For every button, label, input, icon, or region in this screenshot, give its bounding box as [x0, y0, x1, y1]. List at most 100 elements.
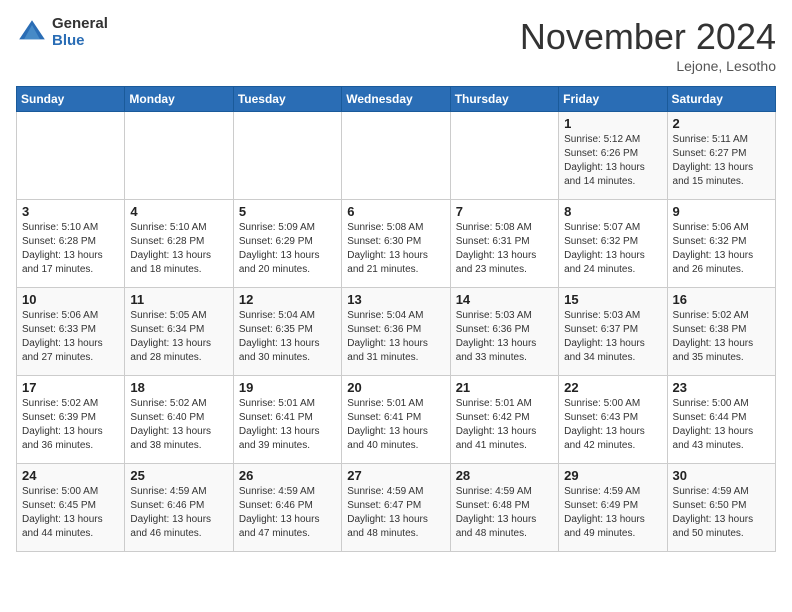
day-number: 3 [22, 204, 119, 219]
day-number: 6 [347, 204, 444, 219]
day-number: 8 [564, 204, 661, 219]
day-info: Sunrise: 5:02 AMSunset: 6:38 PMDaylight:… [673, 309, 770, 365]
day-number: 1 [564, 116, 661, 131]
month-title: November 2024 [520, 16, 776, 58]
title-block: November 2024 Lejone, Lesotho [520, 16, 776, 74]
calendar-header: SundayMondayTuesdayWednesdayThursdayFrid… [17, 87, 776, 112]
calendar-week-1: 1 Sunrise: 5:12 AMSunset: 6:26 PMDaylight… [17, 112, 776, 200]
day-number: 9 [673, 204, 770, 219]
header-day-tuesday: Tuesday [233, 87, 341, 112]
header-day-wednesday: Wednesday [342, 87, 450, 112]
header-day-monday: Monday [125, 87, 233, 112]
day-number: 13 [347, 292, 444, 307]
page-header: General Blue November 2024 Lejone, Lesot… [16, 16, 776, 74]
day-info: Sunrise: 5:00 AMSunset: 6:44 PMDaylight:… [673, 397, 770, 453]
header-day-thursday: Thursday [450, 87, 558, 112]
calendar-cell: 26 Sunrise: 4:59 AMSunset: 6:46 PMDayligh… [233, 464, 341, 552]
calendar-cell: 16 Sunrise: 5:02 AMSunset: 6:38 PMDayligh… [667, 288, 775, 376]
calendar-week-5: 24 Sunrise: 5:00 AMSunset: 6:45 PMDayligh… [17, 464, 776, 552]
calendar-week-4: 17 Sunrise: 5:02 AMSunset: 6:39 PMDayligh… [17, 376, 776, 464]
calendar-table: SundayMondayTuesdayWednesdayThursdayFrid… [16, 86, 776, 552]
day-number: 12 [239, 292, 336, 307]
day-info: Sunrise: 5:07 AMSunset: 6:32 PMDaylight:… [564, 221, 661, 277]
day-number: 5 [239, 204, 336, 219]
calendar-cell: 17 Sunrise: 5:02 AMSunset: 6:39 PMDayligh… [17, 376, 125, 464]
calendar-cell: 18 Sunrise: 5:02 AMSunset: 6:40 PMDayligh… [125, 376, 233, 464]
day-number: 16 [673, 292, 770, 307]
header-day-friday: Friday [559, 87, 667, 112]
calendar-cell: 9Sunrise: 5:06 AMSunset: 6:32 PMDaylight… [667, 200, 775, 288]
day-number: 15 [564, 292, 661, 307]
day-info: Sunrise: 4:59 AMSunset: 6:47 PMDaylight:… [347, 485, 444, 541]
header-row: SundayMondayTuesdayWednesdayThursdayFrid… [17, 87, 776, 112]
day-info: Sunrise: 5:02 AMSunset: 6:40 PMDaylight:… [130, 397, 227, 453]
calendar-cell: 28 Sunrise: 4:59 AMSunset: 6:48 PMDayligh… [450, 464, 558, 552]
day-info: Sunrise: 5:01 AMSunset: 6:42 PMDaylight:… [456, 397, 553, 453]
day-info: Sunrise: 4:59 AMSunset: 6:50 PMDaylight:… [673, 485, 770, 541]
day-number: 17 [22, 380, 119, 395]
calendar-cell: 3 Sunrise: 5:10 AMSunset: 6:28 PMDaylight… [17, 200, 125, 288]
day-info: Sunrise: 5:04 AMSunset: 6:35 PMDaylight:… [239, 309, 336, 365]
day-number: 27 [347, 468, 444, 483]
calendar-cell: 13 Sunrise: 5:04 AMSunset: 6:36 PMDayligh… [342, 288, 450, 376]
day-info: Sunrise: 5:00 AMSunset: 6:43 PMDaylight:… [564, 397, 661, 453]
day-number: 19 [239, 380, 336, 395]
calendar-cell: 25 Sunrise: 4:59 AMSunset: 6:46 PMDayligh… [125, 464, 233, 552]
calendar-cell: 30 Sunrise: 4:59 AMSunset: 6:50 PMDayligh… [667, 464, 775, 552]
day-info: Sunrise: 4:59 AMSunset: 6:49 PMDaylight:… [564, 485, 661, 541]
day-info: Sunrise: 4:59 AMSunset: 6:48 PMDaylight:… [456, 485, 553, 541]
day-info: Sunrise: 5:03 AMSunset: 6:37 PMDaylight:… [564, 309, 661, 365]
logo-blue-text: Blue [52, 33, 108, 50]
calendar-week-3: 10Sunrise: 5:06 AMSunset: 6:33 PMDayligh… [17, 288, 776, 376]
day-number: 28 [456, 468, 553, 483]
day-info: Sunrise: 5:06 AMSunset: 6:33 PMDaylight:… [22, 309, 119, 365]
header-day-sunday: Sunday [17, 87, 125, 112]
day-number: 18 [130, 380, 227, 395]
calendar-week-2: 3 Sunrise: 5:10 AMSunset: 6:28 PMDaylight… [17, 200, 776, 288]
calendar-cell: 14Sunrise: 5:03 AMSunset: 6:36 PMDayligh… [450, 288, 558, 376]
calendar-cell: 4 Sunrise: 5:10 AMSunset: 6:28 PMDaylight… [125, 200, 233, 288]
day-info: Sunrise: 5:01 AMSunset: 6:41 PMDaylight:… [347, 397, 444, 453]
day-number: 4 [130, 204, 227, 219]
logo-general-text: General [52, 16, 108, 33]
day-number: 26 [239, 468, 336, 483]
location: Lejone, Lesotho [520, 58, 776, 74]
calendar-cell: 12 Sunrise: 5:04 AMSunset: 6:35 PMDayligh… [233, 288, 341, 376]
calendar-cell: 27 Sunrise: 4:59 AMSunset: 6:47 PMDayligh… [342, 464, 450, 552]
day-number: 2 [673, 116, 770, 131]
day-info: Sunrise: 5:02 AMSunset: 6:39 PMDaylight:… [22, 397, 119, 453]
calendar-cell: 8 Sunrise: 5:07 AMSunset: 6:32 PMDaylight… [559, 200, 667, 288]
logo: General Blue [16, 16, 108, 49]
calendar-cell: 21 Sunrise: 5:01 AMSunset: 6:42 PMDayligh… [450, 376, 558, 464]
day-number: 29 [564, 468, 661, 483]
header-day-saturday: Saturday [667, 87, 775, 112]
day-info: Sunrise: 5:00 AMSunset: 6:45 PMDaylight:… [22, 485, 119, 541]
day-number: 25 [130, 468, 227, 483]
day-number: 20 [347, 380, 444, 395]
day-number: 30 [673, 468, 770, 483]
day-number: 22 [564, 380, 661, 395]
calendar-cell: 10Sunrise: 5:06 AMSunset: 6:33 PMDayligh… [17, 288, 125, 376]
day-number: 14 [456, 292, 553, 307]
day-info: Sunrise: 5:01 AMSunset: 6:41 PMDaylight:… [239, 397, 336, 453]
day-info: Sunrise: 5:08 AMSunset: 6:31 PMDaylight:… [456, 221, 553, 277]
calendar-cell: 22 Sunrise: 5:00 AMSunset: 6:43 PMDayligh… [559, 376, 667, 464]
calendar-cell: 24 Sunrise: 5:00 AMSunset: 6:45 PMDayligh… [17, 464, 125, 552]
day-number: 21 [456, 380, 553, 395]
day-number: 23 [673, 380, 770, 395]
day-info: Sunrise: 5:09 AMSunset: 6:29 PMDaylight:… [239, 221, 336, 277]
day-info: Sunrise: 4:59 AMSunset: 6:46 PMDaylight:… [130, 485, 227, 541]
day-info: Sunrise: 5:12 AMSunset: 6:26 PMDaylight:… [564, 133, 661, 189]
logo-icon [16, 17, 48, 49]
calendar-cell [342, 112, 450, 200]
calendar-cell: 2 Sunrise: 5:11 AMSunset: 6:27 PMDaylight… [667, 112, 775, 200]
day-info: Sunrise: 5:10 AMSunset: 6:28 PMDaylight:… [22, 221, 119, 277]
day-info: Sunrise: 5:11 AMSunset: 6:27 PMDaylight:… [673, 133, 770, 189]
day-info: Sunrise: 5:04 AMSunset: 6:36 PMDaylight:… [347, 309, 444, 365]
day-info: Sunrise: 5:10 AMSunset: 6:28 PMDaylight:… [130, 221, 227, 277]
calendar-cell: 23 Sunrise: 5:00 AMSunset: 6:44 PMDayligh… [667, 376, 775, 464]
calendar-cell: 5 Sunrise: 5:09 AMSunset: 6:29 PMDaylight… [233, 200, 341, 288]
day-info: Sunrise: 4:59 AMSunset: 6:46 PMDaylight:… [239, 485, 336, 541]
day-number: 24 [22, 468, 119, 483]
day-info: Sunrise: 5:08 AMSunset: 6:30 PMDaylight:… [347, 221, 444, 277]
